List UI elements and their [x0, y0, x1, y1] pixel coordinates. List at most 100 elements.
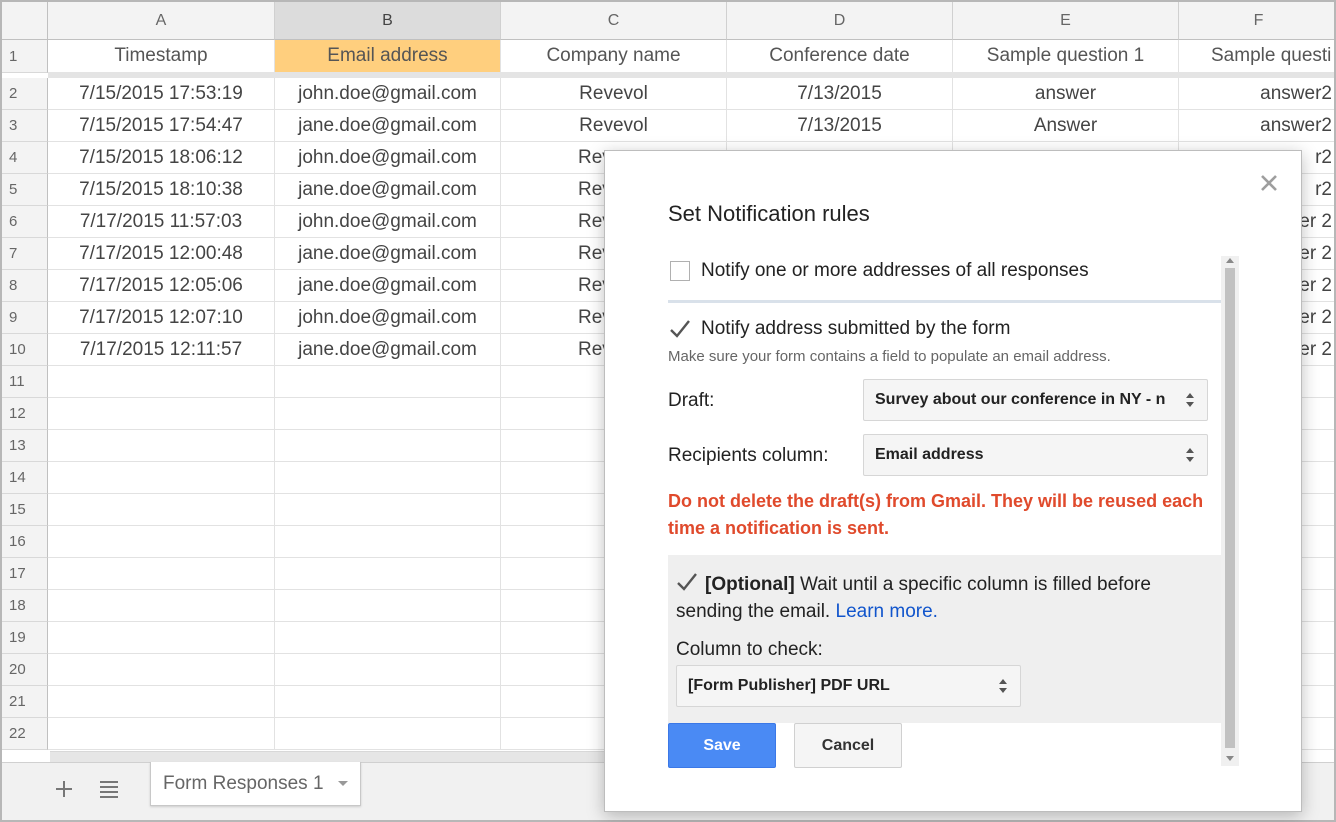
header-cell[interactable]: Timestamp: [48, 40, 275, 73]
column-header-a[interactable]: A: [48, 2, 275, 40]
row-header[interactable]: 1: [2, 40, 48, 73]
row-header[interactable]: 15: [2, 494, 48, 526]
empty-cell[interactable]: [275, 622, 501, 654]
scroll-thumb[interactable]: [1225, 268, 1235, 748]
header-cell[interactable]: Sample questi: [1179, 40, 1334, 73]
table-cell[interactable]: 7/17/2015 12:11:57: [48, 334, 275, 366]
row-header[interactable]: 21: [2, 686, 48, 718]
empty-cell[interactable]: [48, 430, 275, 462]
cancel-button[interactable]: Cancel: [794, 723, 902, 768]
empty-cell[interactable]: [275, 462, 501, 494]
table-cell[interactable]: 7/15/2015 18:10:38: [48, 174, 275, 206]
header-cell[interactable]: Company name: [501, 40, 727, 73]
table-cell[interactable]: jane.doe@gmail.com: [275, 174, 501, 206]
row-header[interactable]: 22: [2, 718, 48, 750]
empty-cell[interactable]: [275, 430, 501, 462]
table-cell[interactable]: 7/13/2015: [727, 78, 953, 110]
header-cell[interactable]: Sample question 1: [953, 40, 1179, 73]
table-cell[interactable]: 7/17/2015 11:57:03: [48, 206, 275, 238]
sheet-tab-form-responses[interactable]: Form Responses 1: [150, 762, 361, 806]
frozen-row-divider[interactable]: [48, 72, 1334, 78]
empty-cell[interactable]: [275, 686, 501, 718]
row-header[interactable]: 5: [2, 174, 48, 206]
table-cell[interactable]: answer2: [1179, 110, 1334, 142]
empty-cell[interactable]: [275, 494, 501, 526]
notify-all-option[interactable]: Notify one or more addresses of all resp…: [668, 260, 1089, 282]
row-header[interactable]: 2: [2, 78, 48, 110]
row-header[interactable]: 14: [2, 462, 48, 494]
empty-cell[interactable]: [48, 590, 275, 622]
table-cell[interactable]: Revevol: [501, 110, 727, 142]
empty-cell[interactable]: [275, 590, 501, 622]
row-header[interactable]: 10: [2, 334, 48, 366]
empty-cell[interactable]: [275, 718, 501, 750]
recipients-column-select[interactable]: Email address: [863, 434, 1208, 476]
empty-cell[interactable]: [48, 686, 275, 718]
table-cell[interactable]: jane.doe@gmail.com: [275, 334, 501, 366]
table-cell[interactable]: jane.doe@gmail.com: [275, 270, 501, 302]
column-to-check-select[interactable]: [Form Publisher] PDF URL: [676, 665, 1021, 707]
notify-all-checkbox[interactable]: [670, 261, 690, 281]
row-header[interactable]: 16: [2, 526, 48, 558]
empty-cell[interactable]: [275, 654, 501, 686]
empty-cell[interactable]: [48, 718, 275, 750]
table-cell[interactable]: Revevol: [501, 78, 727, 110]
table-cell[interactable]: jane.doe@gmail.com: [275, 238, 501, 270]
row-header[interactable]: 18: [2, 590, 48, 622]
table-cell[interactable]: john.doe@gmail.com: [275, 206, 501, 238]
dialog-vertical-scrollbar[interactable]: [1221, 256, 1239, 766]
empty-cell[interactable]: [275, 366, 501, 398]
close-icon[interactable]: [1257, 171, 1281, 195]
row-header[interactable]: 8: [2, 270, 48, 302]
table-cell[interactable]: john.doe@gmail.com: [275, 78, 501, 110]
checkmark-icon[interactable]: [676, 572, 698, 592]
empty-cell[interactable]: [48, 654, 275, 686]
learn-more-link[interactable]: Learn more.: [836, 601, 938, 622]
row-header[interactable]: 9: [2, 302, 48, 334]
table-cell[interactable]: answer2: [1179, 78, 1334, 110]
row-header[interactable]: 13: [2, 430, 48, 462]
column-header-c[interactable]: C: [501, 2, 727, 40]
row-header[interactable]: 17: [2, 558, 48, 590]
column-header-e[interactable]: E: [953, 2, 1179, 40]
row-header[interactable]: 11: [2, 366, 48, 398]
table-cell[interactable]: Answer: [953, 110, 1179, 142]
header-cell[interactable]: Email address: [275, 40, 501, 73]
header-cell[interactable]: Conference date: [727, 40, 953, 73]
row-header[interactable]: 12: [2, 398, 48, 430]
empty-cell[interactable]: [48, 398, 275, 430]
row-header[interactable]: 6: [2, 206, 48, 238]
table-cell[interactable]: 7/15/2015 18:06:12: [48, 142, 275, 174]
table-cell[interactable]: john.doe@gmail.com: [275, 142, 501, 174]
column-header-d[interactable]: D: [727, 2, 953, 40]
table-cell[interactable]: jane.doe@gmail.com: [275, 110, 501, 142]
table-cell[interactable]: 7/17/2015 12:00:48: [48, 238, 275, 270]
table-cell[interactable]: 7/17/2015 12:07:10: [48, 302, 275, 334]
add-sheet-button[interactable]: [50, 775, 78, 803]
empty-cell[interactable]: [48, 622, 275, 654]
empty-cell[interactable]: [48, 558, 275, 590]
empty-cell[interactable]: [48, 494, 275, 526]
draft-select[interactable]: Survey about our conference in NY - n: [863, 379, 1208, 421]
empty-cell[interactable]: [48, 462, 275, 494]
column-header-b[interactable]: B: [275, 2, 501, 40]
all-sheets-button[interactable]: [95, 775, 123, 803]
column-header-f[interactable]: F: [1179, 2, 1334, 40]
scroll-down-icon[interactable]: [1226, 756, 1234, 761]
checkmark-icon[interactable]: [669, 319, 691, 339]
table-cell[interactable]: 7/15/2015 17:53:19: [48, 78, 275, 110]
chevron-down-icon[interactable]: [337, 781, 348, 786]
table-cell[interactable]: john.doe@gmail.com: [275, 302, 501, 334]
row-header[interactable]: 19: [2, 622, 48, 654]
empty-cell[interactable]: [275, 558, 501, 590]
save-button[interactable]: Save: [668, 723, 776, 768]
select-all-corner[interactable]: [2, 2, 48, 40]
empty-cell[interactable]: [48, 366, 275, 398]
table-cell[interactable]: 7/13/2015: [727, 110, 953, 142]
empty-cell[interactable]: [275, 526, 501, 558]
row-header[interactable]: 3: [2, 110, 48, 142]
row-header[interactable]: 20: [2, 654, 48, 686]
table-cell[interactable]: 7/15/2015 17:54:47: [48, 110, 275, 142]
table-cell[interactable]: 7/17/2015 12:05:06: [48, 270, 275, 302]
notify-submitted-option[interactable]: Notify address submitted by the form: [668, 318, 1010, 340]
